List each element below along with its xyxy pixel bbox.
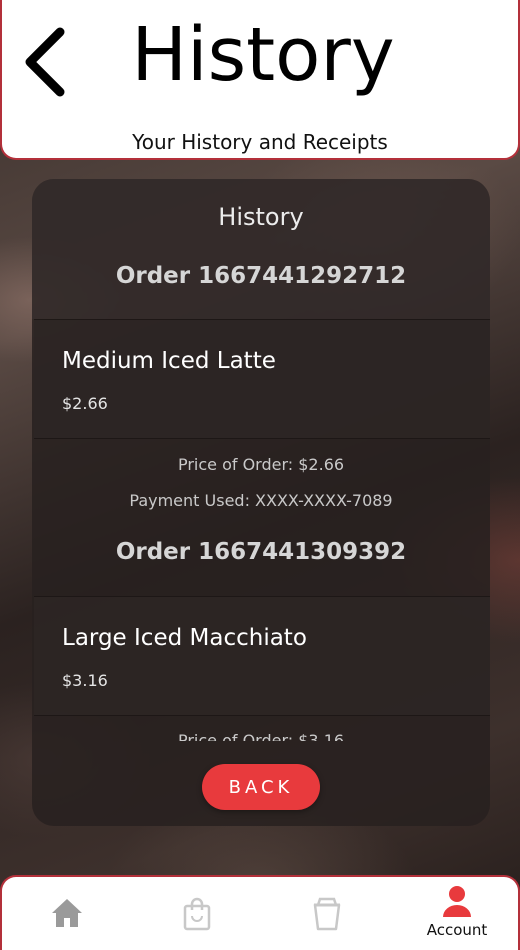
nav-shop[interactable]	[132, 877, 262, 950]
back-button[interactable]: BACK	[202, 764, 320, 810]
order-item[interactable]: Large Iced Macchiato $3.16	[34, 596, 490, 716]
page-header: History Your History and Receipts	[0, 0, 520, 160]
order-price-text: Price of Order: $2.66	[177, 455, 345, 474]
order-item[interactable]: Medium Iced Latte $2.66	[34, 319, 490, 439]
order-id-label: Order 1667441292712	[115, 263, 407, 289]
page-title: History	[131, 12, 395, 98]
item-price: $3.16	[62, 671, 108, 690]
page-subtitle: Your History and Receipts	[132, 130, 388, 154]
item-name: Medium Iced Latte	[62, 348, 276, 374]
history-card-header: History Order 1667441292712	[32, 179, 490, 319]
item-name: Large Iced Macchiato	[62, 625, 307, 651]
order-id-label: Order 1667441309392	[115, 539, 407, 565]
nav-home[interactable]	[2, 877, 132, 950]
nav-account-label: Account	[426, 921, 488, 939]
order-price-text: Price of Order: $3.16	[177, 731, 345, 741]
item-price: $2.66	[62, 394, 108, 413]
nav-orders[interactable]	[262, 877, 392, 950]
history-card-title: History	[218, 203, 304, 231]
shopping-bag-icon	[183, 897, 211, 931]
bottom-navigation: Account	[0, 875, 520, 950]
nav-account[interactable]: Account	[392, 877, 520, 950]
coffee-cup-icon	[313, 897, 341, 931]
payment-used-text: Payment Used: XXXX-XXXX-7089	[129, 491, 393, 510]
home-icon	[52, 899, 82, 927]
history-card: History Order 1667441292712 Medium Iced …	[32, 179, 490, 826]
order-list[interactable]: Medium Iced Latte $2.66 Price of Order: …	[32, 319, 490, 741]
user-icon	[443, 886, 471, 917]
